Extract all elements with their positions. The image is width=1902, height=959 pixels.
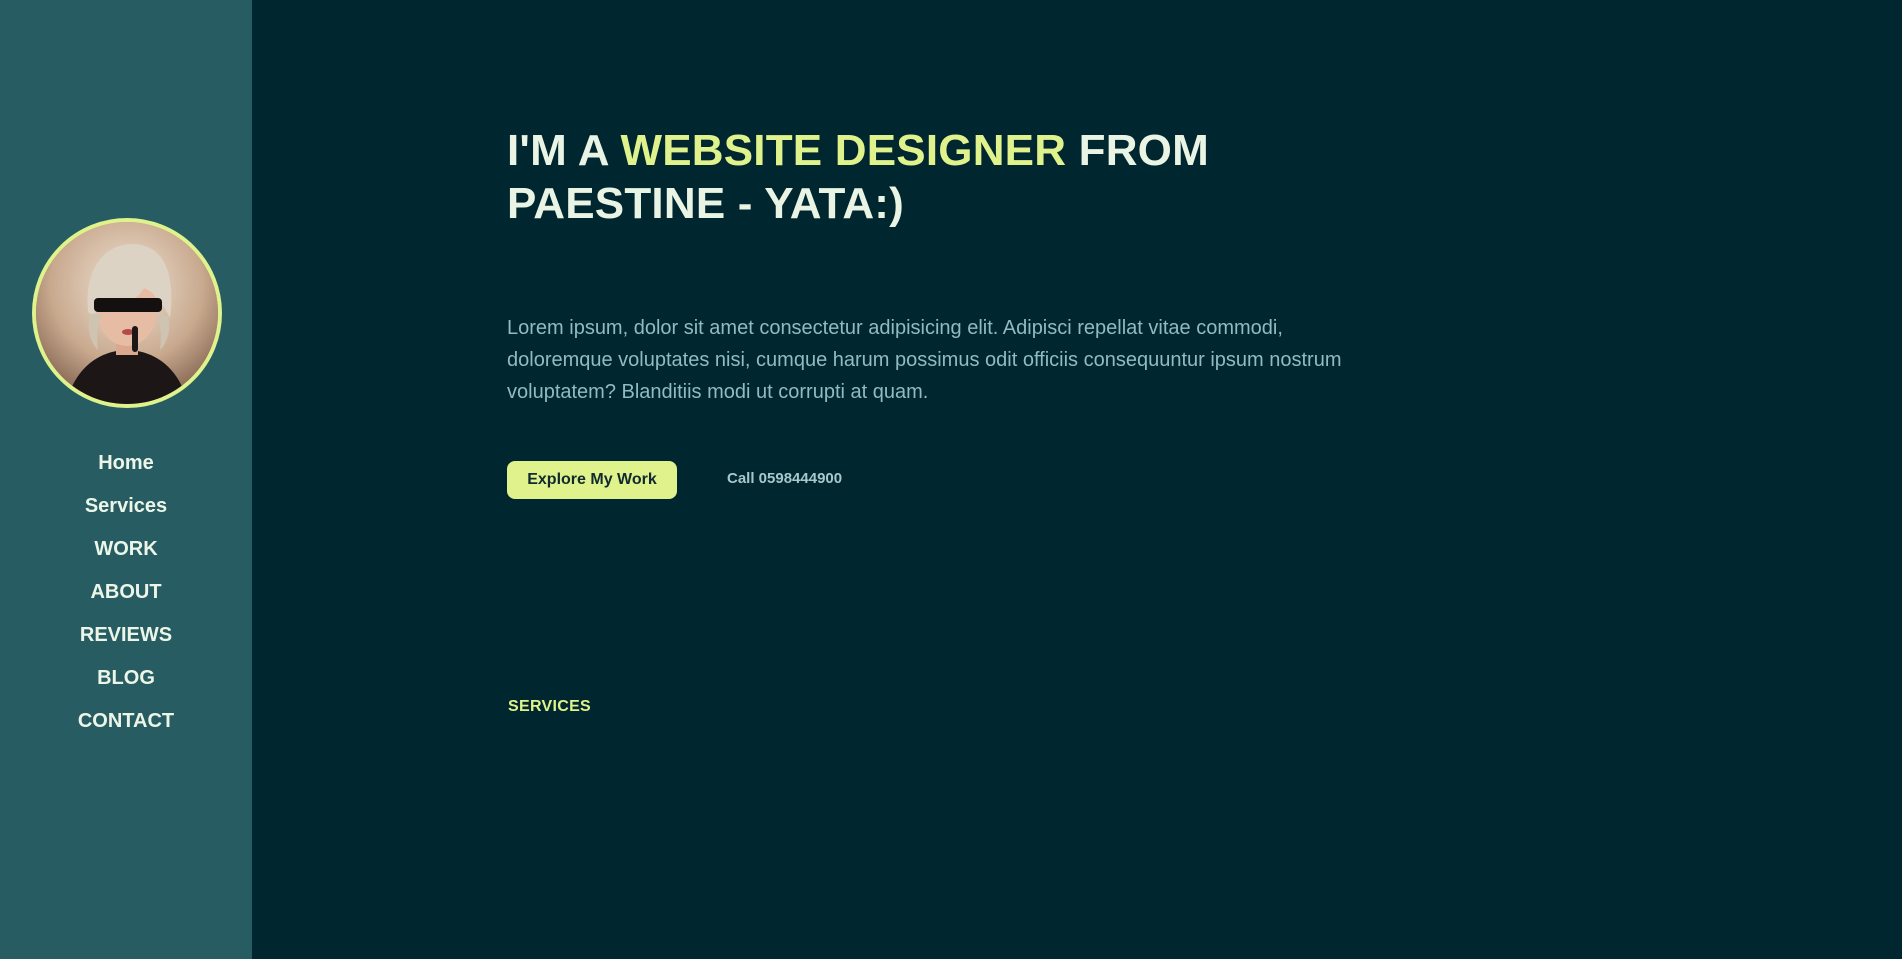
hero-title-highlight: WEBSITE DESIGNER xyxy=(620,126,1067,175)
sidebar-nav: Home Services WORK ABOUT REVIEWS BLOG CO… xyxy=(0,448,252,749)
services-section-label: SERVICES xyxy=(508,698,592,715)
hero-intro-text: Lorem ipsum, dolor sit amet consectetur … xyxy=(507,317,1342,403)
nav-item-services[interactable]: Services xyxy=(0,491,252,534)
main-content: I'M A WEBSITE DESIGNER FROM PAESTINE - Y… xyxy=(252,0,1902,959)
nav-item-about[interactable]: ABOUT xyxy=(0,577,252,620)
explore-work-button[interactable]: Explore My Work xyxy=(507,461,677,499)
nav-item-reviews[interactable]: REVIEWS xyxy=(0,620,252,663)
nav-item-contact[interactable]: CONTACT xyxy=(0,706,252,749)
nav-item-home[interactable]: Home xyxy=(0,448,252,491)
call-link[interactable]: Call 0598444900 xyxy=(727,470,842,487)
hero-title: I'M A WEBSITE DESIGNER FROM PAESTINE - Y… xyxy=(507,124,1407,230)
nav-item-work[interactable]: WORK xyxy=(0,534,252,577)
hero-title-prefix: I'M A xyxy=(507,126,621,175)
nav-item-blog[interactable]: BLOG xyxy=(0,663,252,706)
sidebar: Home Services WORK ABOUT REVIEWS BLOG CO… xyxy=(0,0,252,959)
avatar-portrait-icon xyxy=(36,222,218,404)
avatar xyxy=(32,218,222,408)
